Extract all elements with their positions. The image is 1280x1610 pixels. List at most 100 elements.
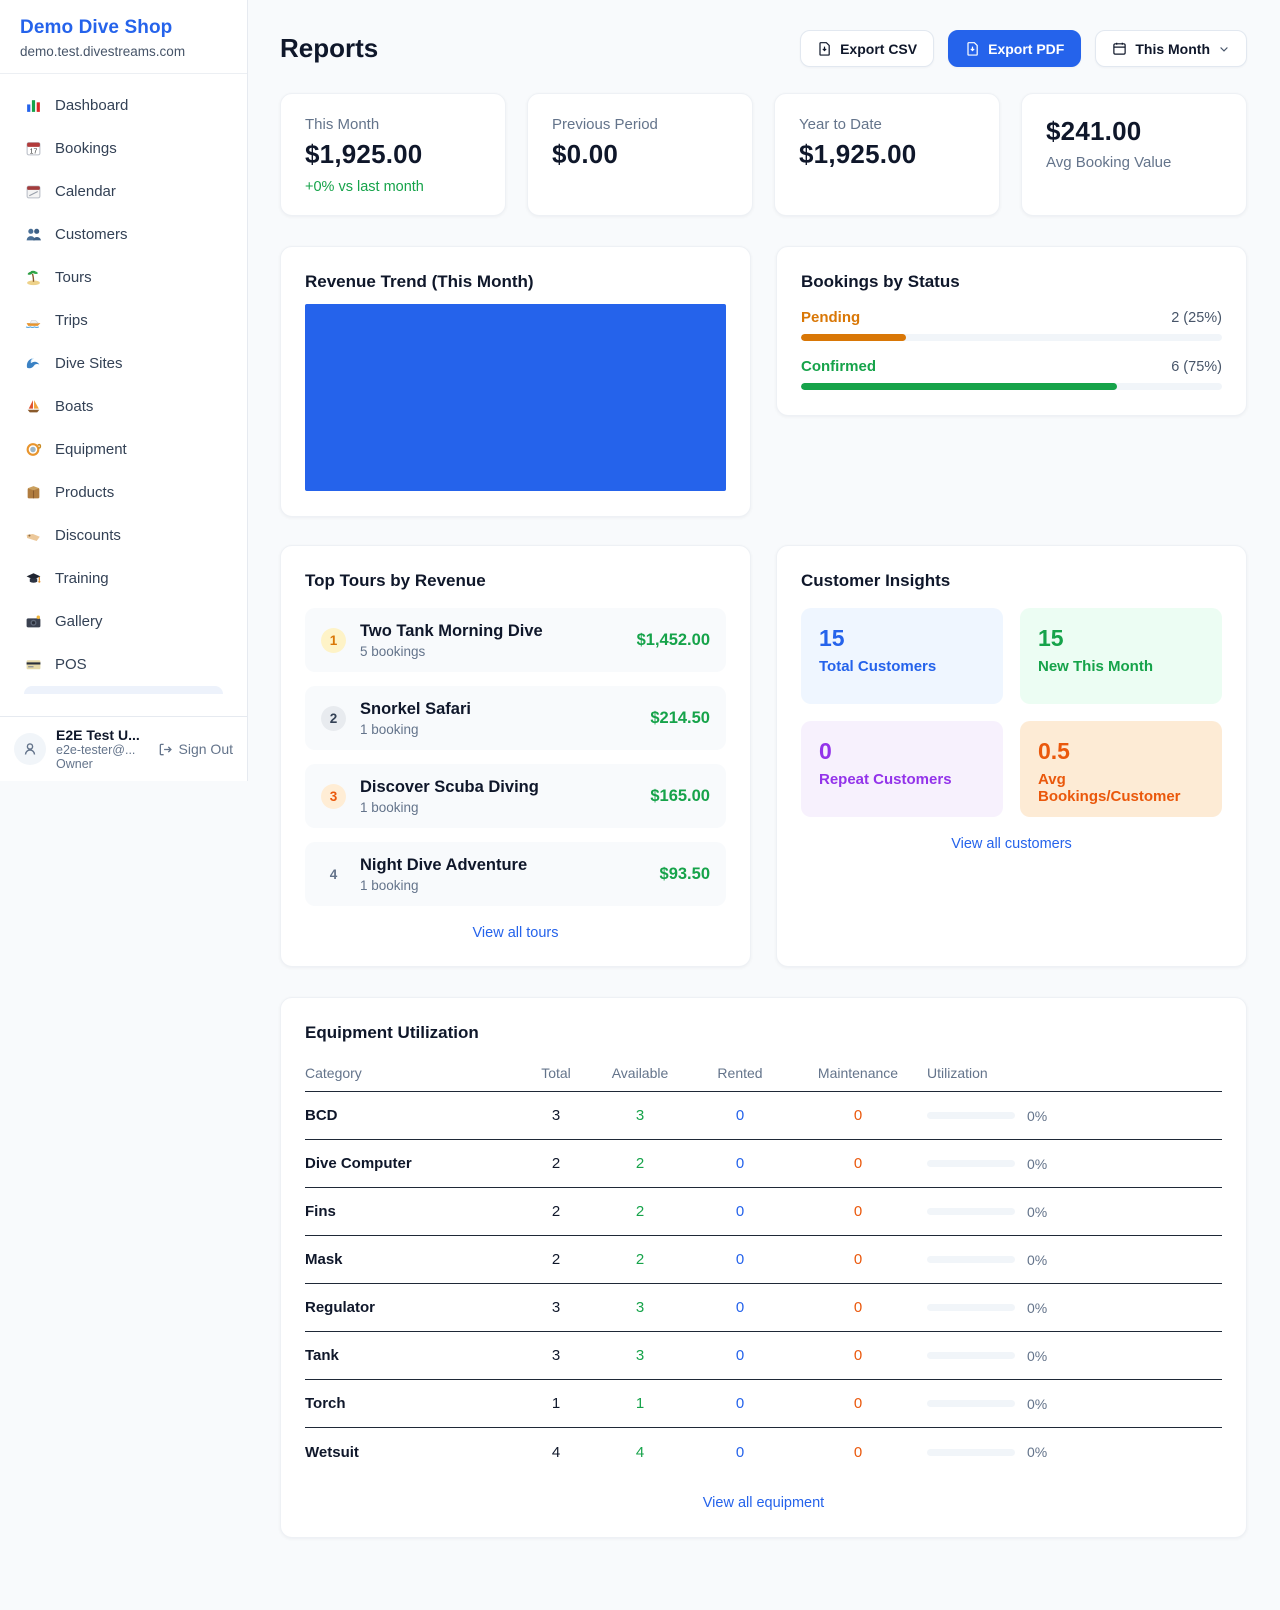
stat-card-avg-booking-value: $241.00 Avg Booking Value — [1021, 93, 1247, 216]
user-role: Owner — [56, 757, 148, 771]
sidebar-item-bookings[interactable]: 17 Bookings — [12, 127, 235, 170]
user-footer: E2E Test U... e2e-tester@... Owner Sign … — [0, 716, 247, 781]
equipment-available: 2 — [592, 1251, 688, 1268]
sidebar-item-label: Equipment — [55, 441, 127, 458]
sidebar-item-customers[interactable]: Customers — [12, 213, 235, 256]
person-icon — [22, 741, 38, 757]
view-all-customers-link[interactable]: View all customers — [801, 836, 1222, 852]
stat-value: $241.00 — [1046, 116, 1222, 147]
sidebar-item-boats[interactable]: Boats — [12, 385, 235, 428]
sidebar-item-equipment[interactable]: Equipment — [12, 428, 235, 471]
equipment-total: 3 — [520, 1347, 592, 1364]
equipment-maintenance: 0 — [792, 1155, 924, 1172]
rank-badge: 1 — [321, 628, 346, 653]
equipment-row: Mask22000% — [305, 1236, 1222, 1284]
rank-badge: 3 — [321, 784, 346, 809]
equipment-row: Fins22000% — [305, 1188, 1222, 1236]
credit-card-icon — [24, 656, 42, 674]
stat-cards: This Month $1,925.00 +0% vs last month P… — [280, 93, 1247, 216]
equipment-utilization-title: Equipment Utilization — [305, 1023, 1222, 1043]
insight-tile-repeat-customers: 0 Repeat Customers — [801, 721, 1003, 817]
tour-row: 2 Snorkel Safari 1 booking $214.50 — [305, 686, 726, 750]
customer-insights-card: Customer Insights 15 Total Customers 15 … — [776, 545, 1247, 967]
equipment-total: 1 — [520, 1395, 592, 1412]
sidebar-item-discounts[interactable]: Discounts — [12, 514, 235, 557]
stat-label: Avg Booking Value — [1046, 154, 1222, 171]
utilization-percent: 0% — [1027, 1252, 1047, 1268]
sidebar-item-products[interactable]: Products — [12, 471, 235, 514]
island-icon — [24, 269, 42, 287]
shop-name: Demo Dive Shop — [20, 17, 227, 39]
user-name: E2E Test U... — [56, 727, 148, 743]
wave-icon — [24, 355, 42, 373]
col-rented: Rented — [688, 1065, 792, 1081]
equipment-rented: 0 — [688, 1203, 792, 1220]
sidebar-item-label: Training — [55, 570, 109, 587]
stat-card-this-month: This Month $1,925.00 +0% vs last month — [280, 93, 506, 216]
sidebar-item-training[interactable]: Training — [12, 557, 235, 600]
customer-insights-title: Customer Insights — [801, 571, 1222, 591]
equipment-total: 2 — [520, 1203, 592, 1220]
tour-row: 4 Night Dive Adventure 1 booking $93.50 — [305, 842, 726, 906]
utilization-percent: 0% — [1027, 1204, 1047, 1220]
top-tours-card: Top Tours by Revenue 1 Two Tank Morning … — [280, 545, 751, 967]
tour-bookings: 1 booking — [360, 722, 636, 737]
sidebar-item-calendar[interactable]: Calendar — [12, 170, 235, 213]
col-maintenance: Maintenance — [792, 1065, 924, 1081]
package-icon — [24, 484, 42, 502]
col-total: Total — [520, 1065, 592, 1081]
equipment-total: 2 — [520, 1155, 592, 1172]
sidebar-item-dashboard[interactable]: Dashboard — [12, 84, 235, 127]
sidebar-item-pos[interactable]: POS — [12, 643, 235, 686]
status-row-pending: Pending 2 (25%) — [801, 309, 1222, 341]
stat-card-year-to-date: Year to Date $1,925.00 — [774, 93, 1000, 216]
sidebar-item-gallery[interactable]: Gallery — [12, 600, 235, 643]
revenue-trend-chart — [305, 304, 726, 491]
sidebar-item-label: Tours — [55, 269, 92, 286]
sidebar-item-label: POS — [55, 656, 87, 673]
equipment-rented: 0 — [688, 1299, 792, 1316]
status-bar-track — [801, 334, 1222, 341]
shop-domain: demo.test.divestreams.com — [20, 44, 227, 59]
graduation-cap-icon — [24, 570, 42, 588]
period-dropdown[interactable]: This Month — [1095, 30, 1247, 67]
view-all-equipment-link[interactable]: View all equipment — [305, 1495, 1222, 1511]
export-csv-button[interactable]: Export CSV — [800, 30, 934, 67]
chevron-down-icon — [1218, 43, 1230, 55]
tile-value: 15 — [1038, 625, 1204, 652]
col-category: Category — [305, 1065, 520, 1081]
equipment-available: 3 — [592, 1299, 688, 1316]
stat-value: $1,925.00 — [305, 139, 481, 170]
sign-out-button[interactable]: Sign Out — [158, 741, 233, 757]
tour-list: 1 Two Tank Morning Dive 5 bookings $1,45… — [305, 608, 726, 906]
user-email: e2e-tester@... — [56, 743, 148, 757]
equipment-maintenance: 0 — [792, 1444, 924, 1461]
sidebar-item-label: Calendar — [55, 183, 116, 200]
tour-name: Night Dive Adventure — [360, 856, 646, 875]
sidebar-item-dive-sites[interactable]: Dive Sites — [12, 342, 235, 385]
equipment-table: Category Total Available Rented Maintena… — [305, 1057, 1222, 1476]
sidebar-item-tours[interactable]: Tours — [12, 256, 235, 299]
equipment-available: 1 — [592, 1395, 688, 1412]
equipment-total: 3 — [520, 1299, 592, 1316]
stat-label: Year to Date — [799, 116, 975, 133]
sidebar-nav: Dashboard 17 Bookings Calendar Customers… — [0, 74, 247, 716]
export-pdf-button[interactable]: Export PDF — [948, 30, 1081, 67]
stat-note: +0% vs last month — [305, 179, 481, 195]
tour-bookings: 1 booking — [360, 878, 646, 893]
tour-revenue: $93.50 — [660, 865, 710, 884]
equipment-rented: 0 — [688, 1107, 792, 1124]
page-title: Reports — [280, 33, 378, 64]
equipment-rented: 0 — [688, 1347, 792, 1364]
table-header-row: Category Total Available Rented Maintena… — [305, 1057, 1222, 1092]
sidebar-item-trips[interactable]: Trips — [12, 299, 235, 342]
equipment-row: Dive Computer22000% — [305, 1140, 1222, 1188]
equipment-maintenance: 0 — [792, 1395, 924, 1412]
period-label: This Month — [1135, 41, 1210, 57]
tour-row: 3 Discover Scuba Diving 1 booking $165.0… — [305, 764, 726, 828]
sidebar-item-reports-active-partial[interactable] — [24, 686, 223, 694]
rank-badge: 4 — [321, 862, 346, 887]
col-utilization: Utilization — [924, 1065, 1222, 1081]
view-all-tours-link[interactable]: View all tours — [305, 925, 726, 941]
sidebar-item-label: Bookings — [55, 140, 117, 157]
